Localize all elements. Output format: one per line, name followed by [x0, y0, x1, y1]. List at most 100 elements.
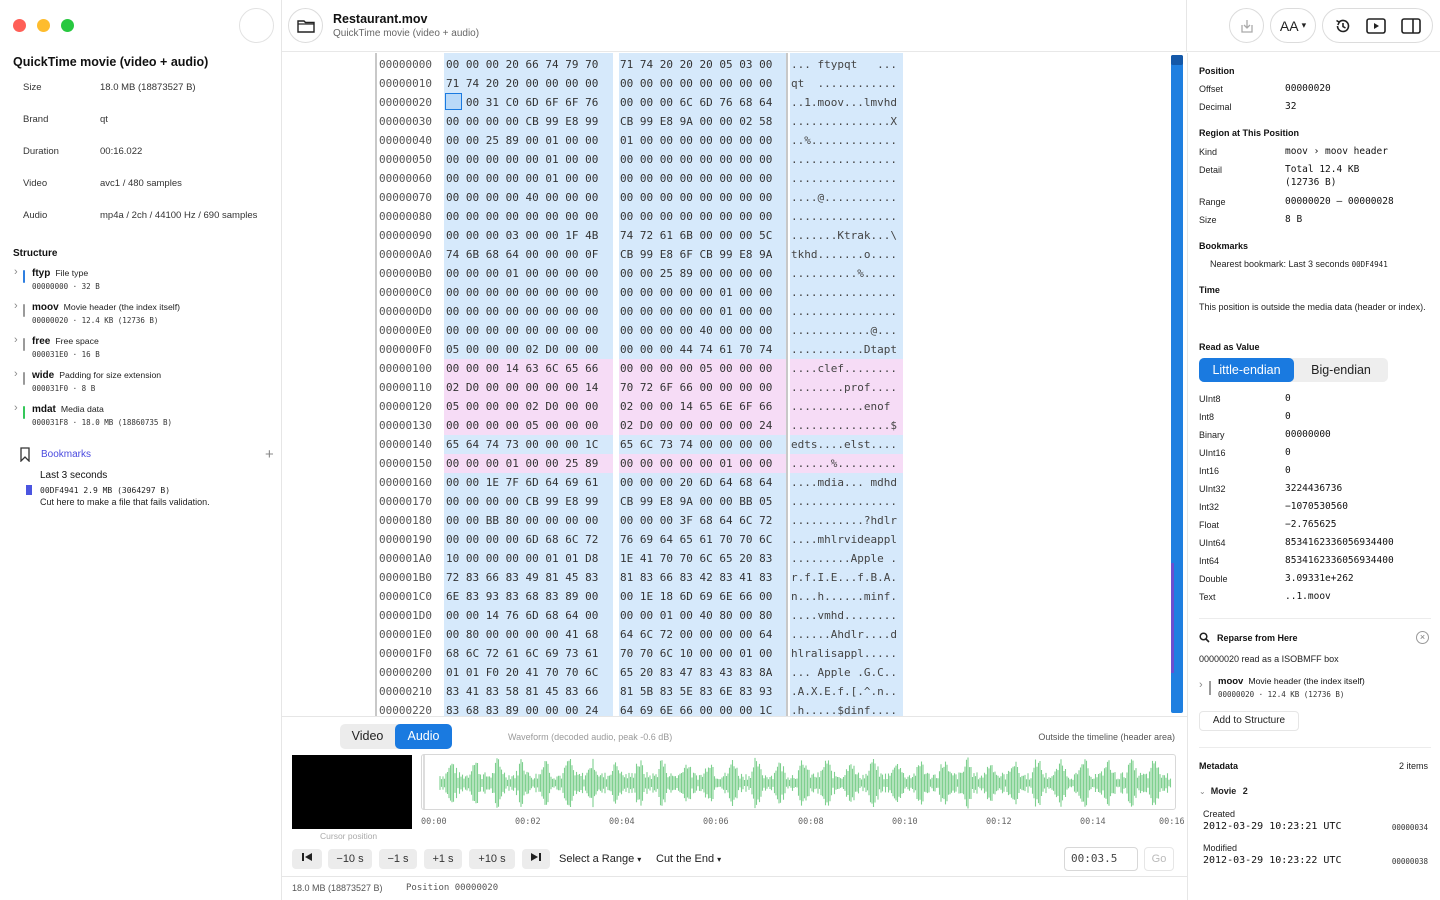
- nearest-bookmark-offset: 00DF4941: [1351, 260, 1388, 269]
- hex-row[interactable]: 00000170 00 00 00 00 CB 99 E8 99 CB 99 E8 …: [282, 492, 1187, 511]
- hex-row[interactable]: 000001C0 6E 83 93 83 68 83 89 00 00 1E 18 …: [282, 587, 1187, 606]
- hex-row[interactable]: 00000030 00 00 00 00 CB 99 E8 99 CB 99 E8 …: [282, 112, 1187, 131]
- hex-row[interactable]: 00000000 00 00 00 20 66 74 79 70 71 74 20 …: [282, 55, 1187, 74]
- close-reparse-icon[interactable]: ×: [1416, 631, 1429, 644]
- hex-bytes-right: 00 00 00 00 00 01 00 00: [620, 286, 773, 299]
- nearest-bookmark[interactable]: Nearest bookmark: Last 3 seconds 00DF494…: [1210, 258, 1388, 271]
- hex-row[interactable]: 000000F0 05 00 00 00 02 D0 00 00 00 00 00 …: [282, 340, 1187, 359]
- structure-item-mdat[interactable]: › mdat Media data 000031F8 · 18.0 MB (188…: [14, 402, 274, 434]
- structure-item-wide[interactable]: › wide Padding for size extension 000031F…: [14, 368, 274, 400]
- hex-row[interactable]: 00000200 01 01 F0 20 41 70 70 6C 65 20 83 …: [282, 663, 1187, 682]
- waveform[interactable]: [421, 754, 1176, 810]
- hex-row[interactable]: 00000090 00 00 00 03 00 00 1F 4B 74 72 61 …: [282, 226, 1187, 245]
- hex-row[interactable]: 00000010 71 74 20 20 00 00 00 00 00 00 00 …: [282, 74, 1187, 93]
- hex-row[interactable]: 00000070 00 00 00 00 40 00 00 00 00 00 00 …: [282, 188, 1187, 207]
- hex-row[interactable]: 000001B0 72 83 66 83 49 81 45 83 81 83 66 …: [282, 568, 1187, 587]
- video-preview[interactable]: [292, 755, 412, 829]
- bookmark-title[interactable]: Last 3 seconds: [40, 470, 107, 481]
- bookmarks-label[interactable]: Bookmarks: [41, 449, 91, 460]
- sidebar-toggle-button[interactable]: [239, 8, 274, 43]
- hex-row[interactable]: 00000190 00 00 00 00 6D 68 6C 72 76 69 64 …: [282, 530, 1187, 549]
- chevron-right-icon[interactable]: ›: [14, 402, 18, 414]
- hex-row[interactable]: 00000040 00 00 25 89 00 01 00 00 01 00 00 …: [282, 131, 1187, 150]
- chevron-right-icon[interactable]: ›: [14, 368, 18, 380]
- hex-row[interactable]: 00000140 65 64 74 73 00 00 00 1C 65 6C 73 …: [282, 435, 1187, 454]
- tab-audio[interactable]: Audio: [395, 724, 452, 749]
- value-result[interactable]: 3.09331e+262: [1285, 572, 1354, 585]
- jump-end-button[interactable]: [522, 849, 550, 869]
- hex-view[interactable]: 00000000 00 00 00 20 66 74 79 70 71 74 20 …: [282, 53, 1187, 716]
- hex-row[interactable]: 00000130 00 00 00 00 05 00 00 00 02 D0 00 …: [282, 416, 1187, 435]
- add-to-structure-button[interactable]: Add to Structure: [1199, 711, 1299, 731]
- hex-row[interactable]: 00000060 00 00 00 00 00 01 00 00 00 00 00 …: [282, 169, 1187, 188]
- chevron-right-icon[interactable]: ›: [14, 300, 18, 312]
- value-result[interactable]: −2.765625: [1285, 518, 1336, 531]
- time-input[interactable]: 00:03.5: [1064, 847, 1138, 871]
- export-button[interactable]: [1229, 8, 1264, 43]
- chevron-right-icon[interactable]: ›: [14, 334, 18, 346]
- hex-row[interactable]: 00000080 00 00 00 00 00 00 00 00 00 00 00 …: [282, 207, 1187, 226]
- hex-row[interactable]: 00000110 02 D0 00 00 00 00 00 14 70 72 6F …: [282, 378, 1187, 397]
- hex-row[interactable]: 00000220 83 68 83 89 00 00 00 24 64 69 6E …: [282, 701, 1187, 716]
- chevron-right-icon[interactable]: ›: [1199, 679, 1203, 691]
- hex-row[interactable]: 000001E0 00 80 00 00 00 00 41 68 64 6C 72 …: [282, 625, 1187, 644]
- hex-row[interactable]: 000001F0 68 6C 72 61 6C 69 73 61 70 70 6C …: [282, 644, 1187, 663]
- reparse-box-item[interactable]: › moov Movie header (the index itself) 00…: [1199, 676, 1431, 706]
- select-range-menu[interactable]: Select a Range ▾: [559, 853, 641, 865]
- hex-row[interactable]: 000000D0 00 00 00 00 00 00 00 00 00 00 00 …: [282, 302, 1187, 321]
- hex-row[interactable]: 00000100 00 00 00 14 63 6C 65 66 00 00 00 …: [282, 359, 1187, 378]
- jump-start-button[interactable]: [292, 849, 322, 869]
- add-bookmark-icon[interactable]: +: [265, 446, 274, 463]
- little-endian-tab[interactable]: Little-endian: [1199, 358, 1294, 382]
- close-window-button[interactable]: [13, 19, 26, 32]
- hex-row[interactable]: 000000E0 00 00 00 00 00 00 00 00 00 00 00 …: [282, 321, 1187, 340]
- hex-row[interactable]: 000001D0 00 00 14 76 6D 68 64 00 00 00 01 …: [282, 606, 1187, 625]
- metadata-group-movie[interactable]: ⌄ Movie 2: [1199, 786, 1248, 796]
- value-result[interactable]: −1070530560: [1285, 500, 1348, 513]
- hex-row[interactable]: 00000120 05 00 00 00 02 D0 00 00 02 00 00 …: [282, 397, 1187, 416]
- back-1s-button[interactable]: −1 s: [379, 849, 417, 869]
- zoom-window-button[interactable]: [61, 19, 74, 32]
- history-icon[interactable]: [1334, 17, 1352, 35]
- structure-item-moov[interactable]: › moov Movie header (the index itself) 00…: [14, 300, 274, 332]
- file-type-title: QuickTime movie (video + audio): [13, 55, 209, 69]
- forward-10s-button[interactable]: +10 s: [469, 849, 515, 869]
- hex-row[interactable]: 00000180 00 00 BB 80 00 00 00 00 00 00 00 …: [282, 511, 1187, 530]
- hex-row[interactable]: 000000C0 00 00 00 00 00 00 00 00 00 00 00 …: [282, 283, 1187, 302]
- offset: 000001D0: [379, 609, 432, 622]
- hex-row[interactable]: 00000210 83 41 83 58 81 45 83 66 81 5B 83 …: [282, 682, 1187, 701]
- ascii-text: ....clef........: [791, 362, 897, 375]
- scrollbar-thumb[interactable]: [1171, 55, 1183, 65]
- text-size-button[interactable]: AA ▾: [1270, 8, 1316, 43]
- hex-row[interactable]: 00000020 00 00 31 C0 6D 6F 6F 76 00 00 00 …: [282, 93, 1187, 112]
- chevron-right-icon[interactable]: ›: [14, 266, 18, 278]
- minimize-window-button[interactable]: [37, 19, 50, 32]
- metadata-count: 2 items: [1398, 761, 1428, 771]
- value-result[interactable]: 0: [1285, 410, 1291, 423]
- back-10s-button[interactable]: −10 s: [328, 849, 372, 869]
- value-result[interactable]: 0: [1285, 392, 1291, 405]
- value-result[interactable]: ..1.moov: [1285, 590, 1331, 603]
- value-result[interactable]: 3224436736: [1285, 482, 1342, 495]
- open-folder-button[interactable]: [288, 8, 323, 43]
- hex-row[interactable]: 000000B0 00 00 00 01 00 00 00 00 00 00 25 …: [282, 264, 1187, 283]
- value-result[interactable]: 00000000: [1285, 428, 1331, 441]
- value-result[interactable]: 8534162336056934400: [1285, 554, 1394, 567]
- value-result[interactable]: 8534162336056934400: [1285, 536, 1394, 549]
- hex-row[interactable]: 000001A0 10 00 00 00 00 01 01 D8 1E 41 70 …: [282, 549, 1187, 568]
- big-endian-tab[interactable]: Big-endian: [1294, 358, 1388, 382]
- tab-video[interactable]: Video: [340, 724, 395, 749]
- structure-item-free[interactable]: › free Free space 000031E0 · 16 B: [14, 334, 274, 366]
- structure-item-ftyp[interactable]: › ftyp File type 00000000 · 32 B: [14, 266, 274, 298]
- hex-row[interactable]: 00000150 00 00 00 01 00 00 25 89 00 00 00 …: [282, 454, 1187, 473]
- hex-row[interactable]: 00000160 00 00 1E 7F 6D 64 69 61 00 00 00 …: [282, 473, 1187, 492]
- hex-row[interactable]: 00000050 00 00 00 00 00 01 00 00 00 00 00 …: [282, 150, 1187, 169]
- hex-row[interactable]: 000000A0 74 6B 68 64 00 00 00 0F CB 99 E8 …: [282, 245, 1187, 264]
- value-result[interactable]: 0: [1285, 464, 1291, 477]
- value-result[interactable]: 0: [1285, 446, 1291, 459]
- inspector-toggle-icon[interactable]: [1401, 17, 1421, 34]
- cut-end-menu[interactable]: Cut the End ▾: [656, 853, 721, 865]
- forward-1s-button[interactable]: +1 s: [424, 849, 462, 869]
- play-media-icon[interactable]: [1366, 17, 1387, 34]
- go-button[interactable]: Go: [1144, 847, 1174, 871]
